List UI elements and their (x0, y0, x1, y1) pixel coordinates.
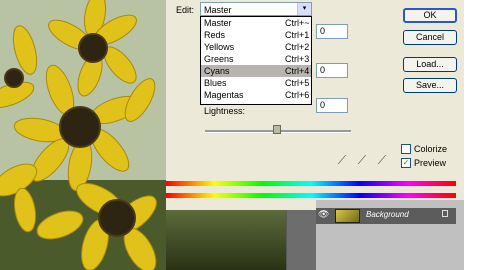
preview-checkbox[interactable]: ✓ (401, 158, 411, 168)
eyedropper-plus-icon[interactable]: ⟋ (354, 153, 370, 167)
layer-thumbnail (335, 209, 360, 223)
menu-item-label: Magentas (204, 90, 244, 100)
menu-item-master[interactable]: Master Ctrl+~ (201, 17, 311, 29)
sunflower-image (0, 0, 166, 270)
panel-divider (287, 210, 316, 270)
lightness-slider-thumb[interactable] (273, 125, 281, 134)
cancel-button[interactable]: Cancel (403, 30, 457, 45)
photo-lower-region (166, 210, 286, 270)
window-edge (464, 0, 480, 270)
save-button[interactable]: Save... (403, 78, 457, 93)
menu-item-label: Master (204, 18, 232, 28)
eyedropper-minus-icon[interactable]: ⟋ (374, 153, 390, 167)
menu-item-blues[interactable]: Blues Ctrl+5 (201, 77, 311, 89)
color-spectrum-bottom (166, 193, 456, 198)
menu-item-shortcut: Ctrl+3 (285, 54, 310, 64)
sunflower-photo (0, 0, 166, 270)
menu-item-cyans[interactable]: Cyans Ctrl+4 (201, 65, 311, 77)
menu-item-label: Greens (204, 54, 234, 64)
color-spectrum-top (166, 181, 456, 186)
preview-label: Preview (414, 158, 447, 168)
menu-item-magentas[interactable]: Magentas Ctrl+6 (201, 89, 311, 101)
edit-dropdown-menu: Master Ctrl+~ Reds Ctrl+1 Yellows Ctrl+2 Gr… (200, 16, 312, 105)
menu-item-shortcut: Ctrl+1 (285, 30, 310, 40)
lock-icon (442, 210, 448, 217)
chevron-down-icon[interactable]: ▾ (297, 3, 311, 15)
menu-item-reds[interactable]: Reds Ctrl+1 (201, 29, 311, 41)
layer-name: Background (366, 210, 409, 219)
menu-item-label: Yellows (204, 42, 235, 52)
menu-item-label: Reds (204, 30, 226, 40)
menu-item-shortcut: Ctrl+4 (285, 66, 310, 76)
load-button[interactable]: Load... (403, 57, 457, 72)
hue-field[interactable]: 0 (316, 24, 348, 39)
menu-item-shortcut: Ctrl+5 (285, 78, 310, 88)
saturation-field[interactable]: 0 (316, 63, 348, 78)
edit-dropdown[interactable]: Master ▾ (200, 2, 312, 16)
menu-item-shortcut: Ctrl+6 (285, 90, 310, 100)
visibility-eye-icon[interactable]: 👁 (318, 209, 329, 220)
lightness-field[interactable]: 0 (316, 98, 348, 113)
colorize-label: Colorize (414, 144, 448, 154)
menu-item-shortcut: Ctrl+2 (285, 42, 310, 52)
colorize-checkbox[interactable] (401, 144, 411, 154)
menu-item-label: Cyans (204, 66, 230, 76)
menu-item-yellows[interactable]: Yellows Ctrl+2 (201, 41, 311, 53)
menu-item-shortcut: Ctrl+~ (285, 18, 310, 28)
lightness-label: Lightness: (204, 106, 246, 116)
eyedropper-icon[interactable]: ⟋ (334, 153, 350, 167)
ok-button[interactable]: OK (403, 8, 457, 23)
menu-item-label: Blues (204, 78, 227, 88)
edit-label: Edit: (176, 5, 195, 15)
menu-item-greens[interactable]: Greens Ctrl+3 (201, 53, 311, 65)
edit-dropdown-value: Master (204, 5, 232, 15)
